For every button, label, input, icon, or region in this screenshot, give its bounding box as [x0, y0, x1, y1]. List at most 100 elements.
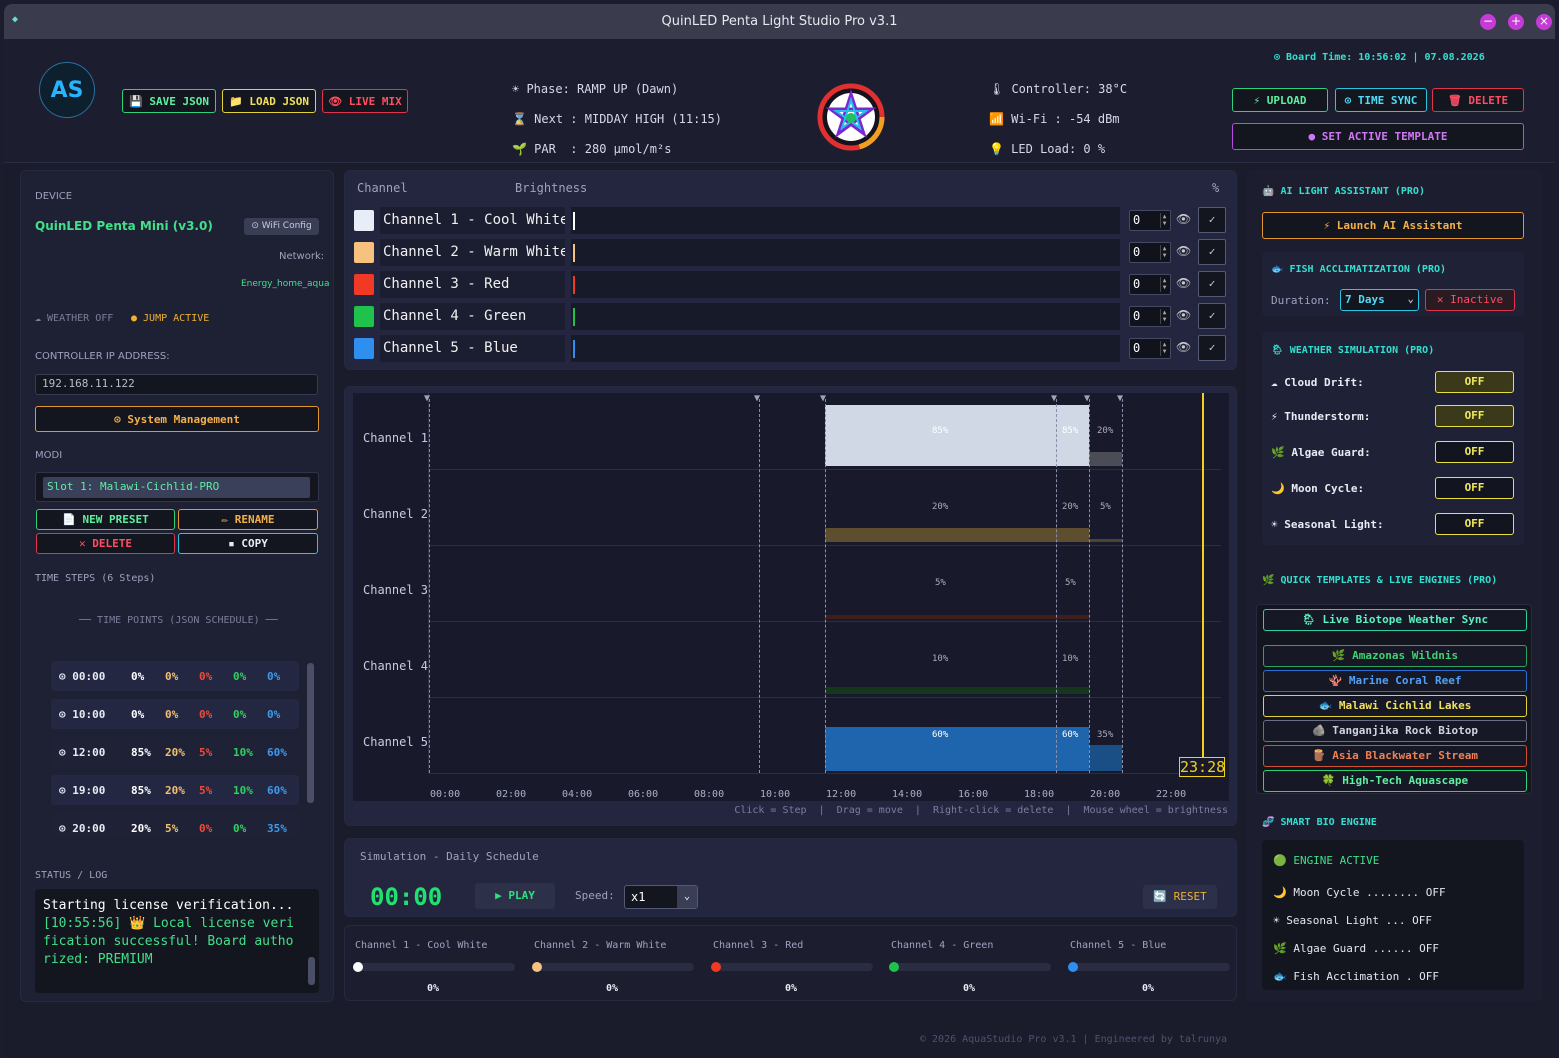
brightness-number-input[interactable]: 0 ▲ ▼ [1129, 242, 1171, 263]
graph-plot-area: 85% 85% 20% 20% 20% 5% 5% 5% 10% 10% 60%… [424, 393, 1225, 777]
copy-button[interactable]: ▪ COPY [178, 533, 318, 554]
live-mix-button[interactable]: 👁 LIVE MIX [322, 89, 408, 113]
ip-input[interactable]: 192.168.11.122 [35, 374, 318, 395]
schedule-bar [825, 528, 1089, 542]
marker-handle-icon[interactable]: ▼ [1117, 393, 1123, 404]
template-button[interactable]: 🪵 Asia Blackwater Stream [1263, 745, 1527, 767]
close-button[interactable]: × [1536, 14, 1552, 30]
bar-pct-label: 10% [1062, 654, 1079, 664]
channel-color-swatch [354, 210, 374, 231]
brightness-slider[interactable] [571, 271, 1120, 298]
brightness-slider[interactable] [571, 239, 1120, 266]
marker-handle-icon[interactable]: ▼ [754, 393, 760, 404]
time-point-row[interactable]: ⊙ 00:00 0% 0% 0% 0% 0% [51, 661, 299, 691]
marker-handle-icon[interactable]: ▼ [424, 393, 430, 404]
time-step-marker[interactable] [759, 399, 760, 773]
brightness-number-input[interactable]: 0 ▲ ▼ [1129, 306, 1171, 327]
channel-enable-checkbox[interactable]: ✓ [1198, 303, 1226, 329]
readout-slider[interactable] [353, 962, 515, 972]
moon-cycle-toggle[interactable]: OFF [1435, 477, 1514, 499]
network-name: Energy_home_aqua [241, 279, 330, 289]
system-management-button[interactable]: ⊙ System Management [35, 406, 319, 432]
eye-icon[interactable]: 👁 [1176, 212, 1191, 226]
load-json-button[interactable]: 📁 LOAD JSON [222, 89, 316, 113]
set-active-template-button[interactable]: ● SET ACTIVE TEMPLATE [1232, 123, 1524, 150]
channel-row: Channel 3 - Red 0 ▲ ▼ 👁 ✓ [354, 271, 1229, 298]
duration-select[interactable]: 7 Days ⌄ [1340, 289, 1419, 311]
current-time-label: 23:28 [1179, 757, 1226, 777]
x-tick: 16:00 [958, 789, 989, 800]
weather-title: 🌦 WEATHER SIMULATION (PRO) [1271, 345, 1435, 356]
marker-handle-icon[interactable]: ▼ [1084, 393, 1090, 404]
eye-icon[interactable]: 👁 [1176, 308, 1191, 322]
time-sync-button[interactable]: ⊙ TIME SYNC [1335, 88, 1427, 112]
time-step-marker[interactable] [1056, 399, 1057, 773]
play-button[interactable]: ▶ PLAY [475, 883, 555, 909]
wifi-config-button[interactable]: ⊙ WiFi Config [244, 218, 319, 235]
time-point-row[interactable]: ⊙ 10:00 0% 0% 0% 0% 0% [51, 699, 299, 729]
time-point-row[interactable]: ⊙ 12:00 85% 20% 5% 10% 60% [51, 737, 299, 767]
save-json-button[interactable]: 💾 SAVE JSON [122, 89, 216, 113]
template-button[interactable]: 🌿 Amazonas Wildnis [1263, 645, 1527, 667]
launch-ai-button[interactable]: ⚡ Launch AI Assistant [1262, 212, 1524, 239]
readout-slider[interactable] [889, 962, 1051, 972]
channel-name-input[interactable]: Channel 1 - Cool White [380, 207, 565, 234]
marker-handle-icon[interactable]: ▼ [820, 393, 826, 404]
brightness-slider[interactable] [571, 335, 1120, 362]
template-button[interactable]: 🌦 Live Biotope Weather Sync [1263, 609, 1527, 631]
seasonal-light-toggle[interactable]: OFF [1435, 513, 1514, 535]
rename-button[interactable]: ✏ RENAME [178, 509, 318, 530]
channel-name-input[interactable]: Channel 3 - Red [380, 271, 565, 298]
window-title: QuinLED Penta Light Studio Pro v3.1 [661, 14, 898, 29]
brightness-number-input[interactable]: 0 ▲ ▼ [1129, 210, 1171, 231]
delete-preset-button[interactable]: ✕ DELETE [36, 533, 175, 554]
brightness-number-input[interactable]: 0 ▲ ▼ [1129, 274, 1171, 295]
time-point-row[interactable]: ⊙ 20:00 20% 5% 0% 0% 35% [51, 813, 299, 837]
log-scrollbar[interactable] [308, 957, 315, 985]
new-preset-button[interactable]: 📄 NEW PRESET [36, 509, 175, 530]
channel-enable-checkbox[interactable]: ✓ [1198, 335, 1226, 361]
time-points-scrollbar[interactable] [307, 663, 314, 803]
time-step-marker[interactable] [1089, 399, 1090, 773]
channel-name-input[interactable]: Channel 2 - Warm White [380, 239, 565, 266]
template-button[interactable]: 🍀 High-Tech Aquascape [1263, 770, 1527, 792]
delete-button[interactable]: 🗑 DELETE [1432, 88, 1524, 112]
time-step-marker[interactable] [429, 399, 430, 773]
eye-icon[interactable]: 👁 [1176, 276, 1191, 290]
eye-icon[interactable]: 👁 [1176, 244, 1191, 258]
thunderstorm-toggle[interactable]: OFF [1435, 405, 1514, 427]
template-button[interactable]: 🪸 Marine Coral Reef [1263, 670, 1527, 692]
schedule-graph[interactable]: Channel 1 Channel 2 Channel 3 Channel 4 … [353, 393, 1229, 801]
slot-select[interactable]: Slot 1: Malawi-Cichlid-PRO [43, 477, 310, 498]
template-button[interactable]: 🐟 Malawi Cichlid Lakes [1263, 695, 1527, 717]
marker-handle-icon[interactable]: ▼ [1051, 393, 1057, 404]
algae-guard-toggle[interactable]: OFF [1435, 441, 1514, 463]
readout-slider[interactable] [1068, 962, 1230, 972]
readout-slider[interactable] [711, 962, 873, 972]
brightness-slider[interactable] [571, 303, 1120, 330]
readout-slider[interactable] [532, 962, 694, 972]
channel-name-input[interactable]: Channel 4 - Green [380, 303, 565, 330]
eye-icon[interactable]: 👁 [1176, 340, 1191, 354]
maximize-button[interactable]: + [1508, 14, 1524, 30]
time-step-marker[interactable] [1122, 399, 1123, 773]
channel-name-input[interactable]: Channel 5 - Blue [380, 335, 565, 362]
template-button[interactable]: 🪨 Tanganjika Rock Biotop [1263, 720, 1527, 742]
seasonal-light-label: ☀ Seasonal Light: [1271, 518, 1384, 531]
x-tick: 02:00 [496, 789, 527, 800]
fish-inactive-button[interactable]: ✕ Inactive [1425, 289, 1515, 311]
upload-button[interactable]: ⚡ UPLOAD [1232, 88, 1328, 112]
minimize-button[interactable]: − [1480, 14, 1496, 30]
channel-enable-checkbox[interactable]: ✓ [1198, 271, 1226, 297]
time-point-row[interactable]: ⊙ 19:00 85% 20% 5% 10% 60% [51, 775, 299, 805]
chevron-down-icon: ⌄ [677, 886, 697, 908]
brightness-number-input[interactable]: 0 ▲ ▼ [1129, 338, 1171, 359]
channel-enable-checkbox[interactable]: ✓ [1198, 207, 1226, 233]
brightness-slider[interactable] [571, 207, 1120, 234]
time-step-marker[interactable] [825, 399, 826, 773]
channel-enable-checkbox[interactable]: ✓ [1198, 239, 1226, 265]
next-info: ⌛ Next : MIDDAY HIGH (11:15) [512, 112, 723, 126]
reset-button[interactable]: 🔄 RESET [1143, 885, 1217, 909]
speed-select[interactable]: x1 ⌄ [624, 885, 698, 909]
cloud-drift-toggle[interactable]: OFF [1435, 371, 1514, 393]
